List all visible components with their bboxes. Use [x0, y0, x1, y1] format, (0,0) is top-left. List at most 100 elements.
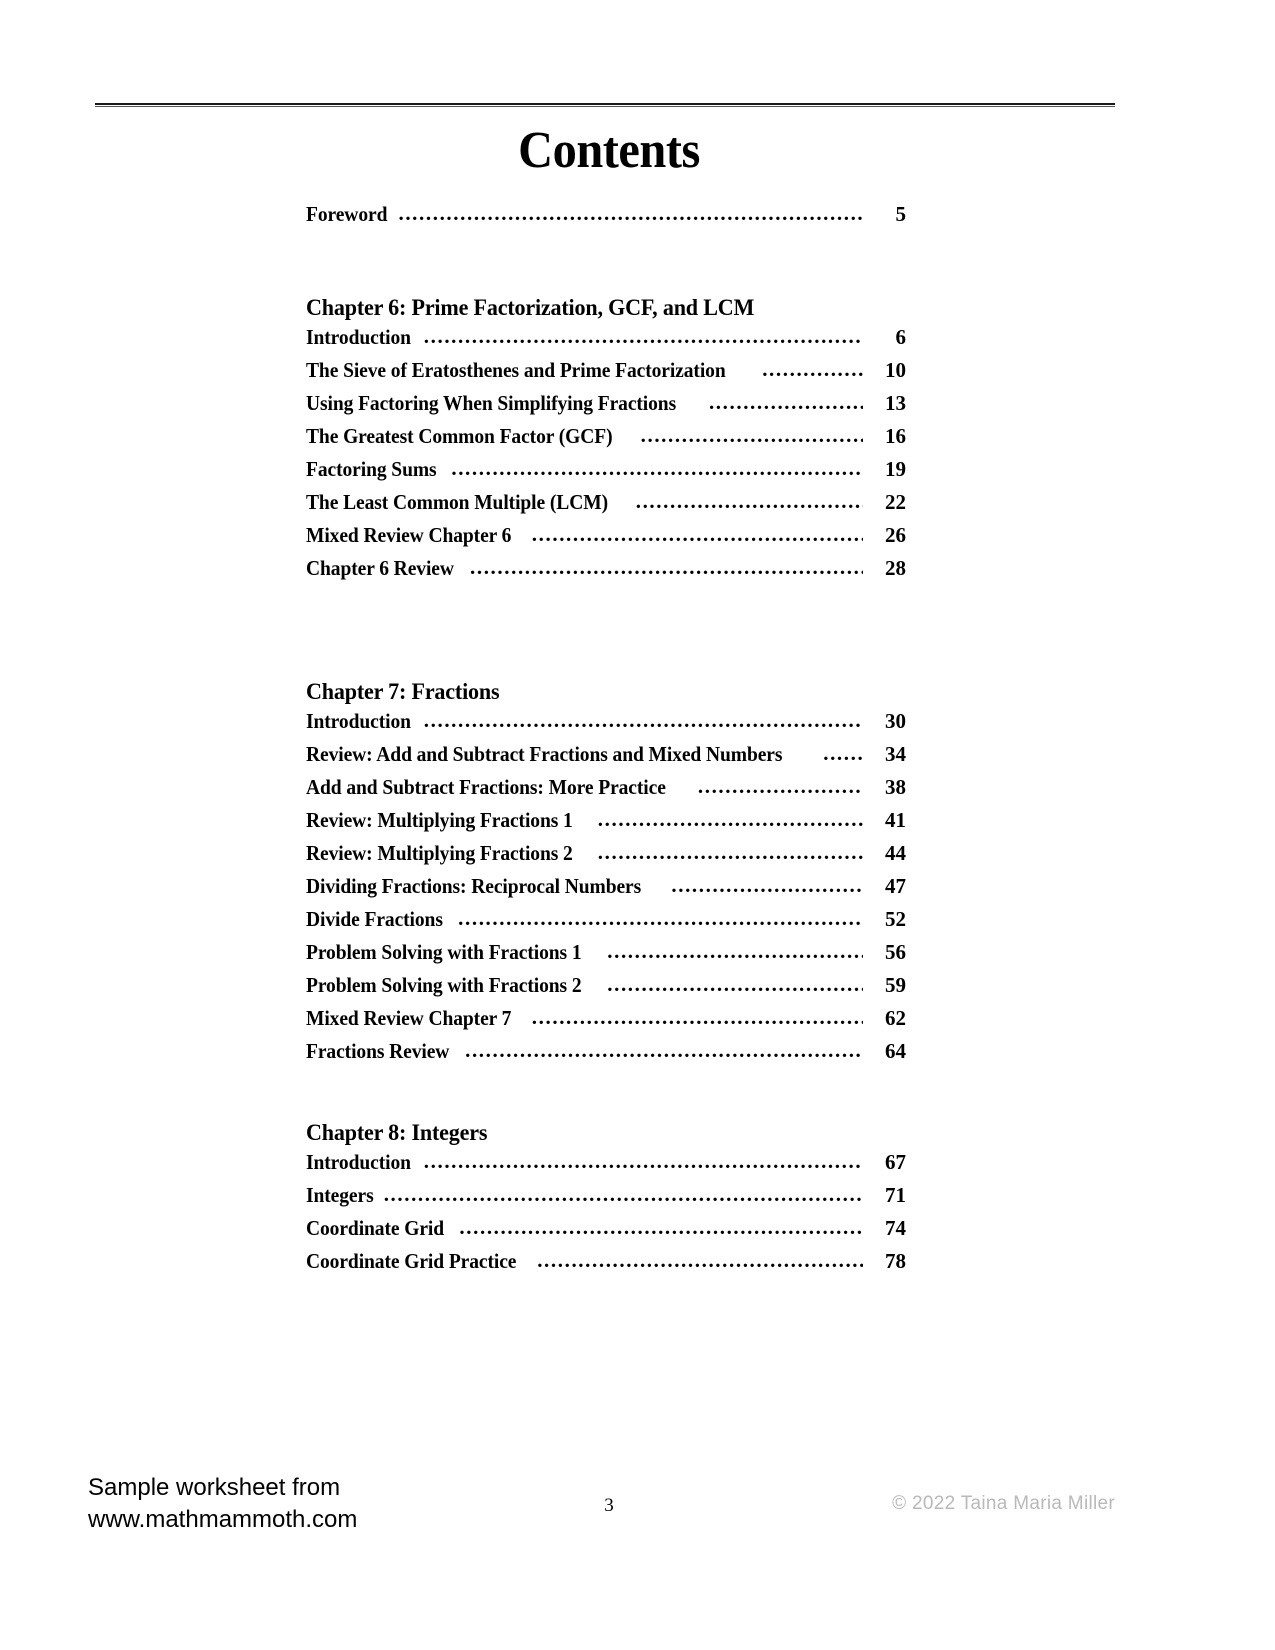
toc-entry-title: Coordinate Grid Practice — [306, 1249, 517, 1273]
toc-entry-page: 26 — [885, 523, 906, 547]
dot-leader: ........................................… — [607, 941, 863, 962]
dot-leader: ........................................… — [531, 1007, 863, 1028]
copyright-notice: © 2022 Taina Maria Miller — [892, 1493, 1115, 1514]
dot-leader: ........................................… — [458, 908, 863, 929]
dot-leader: ........................................… — [531, 524, 863, 545]
toc-entry[interactable]: Foreword ...............................… — [306, 202, 907, 237]
toc-entry-page: 52 — [885, 907, 906, 931]
toc-entry-page: 67 — [885, 1150, 906, 1174]
dot-leader: ........................................… — [451, 458, 863, 479]
dot-leader: ........................................… — [423, 326, 863, 347]
toc-entry-page: 62 — [885, 1006, 906, 1030]
toc-entry-page: 56 — [885, 940, 906, 964]
toc-entry[interactable]: Factoring Sums .........................… — [306, 457, 906, 492]
dot-leader: ........................................… — [607, 974, 863, 995]
toc-entry[interactable]: Divide Fractions .......................… — [306, 907, 906, 942]
toc-entry[interactable]: Introduction ...........................… — [306, 325, 907, 360]
dot-leader: ........................................… — [671, 875, 863, 896]
dot-leader: ........................................… — [697, 776, 863, 797]
toc-entry-title: Introduction — [306, 1150, 411, 1174]
toc-entry-title: Factoring Sums — [306, 457, 437, 481]
toc-entry-title: Introduction — [306, 325, 411, 349]
toc-entry-page: 10 — [885, 358, 906, 382]
toc-entry-title: Dividing Fractions: Reciprocal Numbers — [306, 874, 642, 898]
toc-entry[interactable]: Add and Subtract Fractions: More Practic… — [306, 775, 906, 810]
toc-entry-title: Coordinate Grid — [306, 1216, 445, 1240]
toc-entry[interactable]: Dividing Fractions: Reciprocal Numbers .… — [306, 874, 906, 909]
toc-entry-title: Foreword — [306, 202, 388, 226]
toc-entry[interactable]: Problem Solving with Fractions 2 .......… — [306, 973, 906, 1008]
dot-leader: ........................................… — [465, 1040, 863, 1061]
toc-entry[interactable]: Introduction ...........................… — [306, 709, 906, 744]
dot-leader: ........................................… — [537, 1250, 863, 1271]
toc-entry[interactable]: Review: Multiplying Fractions 1 ........… — [306, 808, 906, 843]
toc-entry-page: 6 — [895, 325, 907, 349]
dot-leader: ........................................… — [823, 743, 863, 764]
toc-entry[interactable]: Review: Add and Subtract Fractions and M… — [306, 742, 906, 777]
toc-entry-title: The Sieve of Eratosthenes and Prime Fact… — [306, 358, 726, 382]
toc-entry-page: 22 — [885, 490, 906, 514]
toc-entry-page: 41 — [885, 808, 906, 832]
dot-leader: ........................................… — [762, 359, 863, 380]
table-of-contents: Foreword ...............................… — [306, 202, 907, 1284]
toc-entry[interactable]: Mixed Review Chapter 7 .................… — [306, 1006, 906, 1041]
toc-entry-page: 16 — [885, 424, 906, 448]
toc-entry[interactable]: Introduction ...........................… — [306, 1150, 906, 1185]
toc-entry-title: Problem Solving with Fractions 2 — [306, 973, 582, 997]
toc-entry[interactable]: Problem Solving with Fractions 1 .......… — [306, 940, 906, 975]
toc-entry-title: Using Factoring When Simplifying Fractio… — [306, 391, 677, 415]
toc-entry[interactable]: Using Factoring When Simplifying Fractio… — [306, 391, 906, 426]
dot-leader: ........................................… — [459, 1217, 863, 1238]
toc-entry[interactable]: Coordinate Grid Practice ...............… — [306, 1249, 906, 1284]
dot-leader: ........................................… — [597, 842, 863, 863]
toc-entry[interactable]: The Least Common Multiple (LCM) ........… — [306, 490, 906, 525]
dot-leader: ........................................… — [423, 710, 863, 731]
header-rule — [95, 103, 1115, 107]
toc-entry-title: Mixed Review Chapter 6 — [306, 523, 512, 547]
toc-entry[interactable]: Mixed Review Chapter 6 .................… — [306, 523, 906, 558]
dot-leader: ........................................… — [398, 203, 863, 224]
toc-entry-page: 30 — [885, 709, 906, 733]
toc-entry-page: 5 — [895, 202, 907, 226]
chapter-heading-6: Chapter 6: Prime Factorization, GCF, and… — [306, 295, 755, 321]
toc-entry-title: Review: Add and Subtract Fractions and M… — [306, 742, 783, 766]
toc-entry-page: 59 — [885, 973, 906, 997]
toc-entry[interactable]: Coordinate Grid ........................… — [306, 1216, 906, 1251]
toc-entry[interactable]: The Sieve of Eratosthenes and Prime Fact… — [306, 358, 906, 393]
chapter-heading-7: Chapter 7: Fractions — [306, 679, 500, 705]
toc-entry-page: 34 — [885, 742, 906, 766]
toc-entry-title: Problem Solving with Fractions 1 — [306, 940, 582, 964]
dot-leader: ........................................… — [423, 1151, 863, 1172]
dot-leader: ........................................… — [708, 392, 863, 413]
dot-leader: ........................................… — [470, 557, 863, 578]
toc-entry-title: Integers — [306, 1183, 374, 1207]
toc-entry[interactable]: Chapter 6 Review .......................… — [306, 556, 906, 591]
toc-entry[interactable]: The Greatest Common Factor (GCF) .......… — [306, 424, 906, 459]
toc-entry-page: 38 — [885, 775, 906, 799]
toc-entry-title: The Greatest Common Factor (GCF) — [306, 424, 613, 448]
toc-entry-title: Add and Subtract Fractions: More Practic… — [306, 775, 666, 799]
toc-entry-title: Introduction — [306, 709, 411, 733]
toc-entry-page: 44 — [885, 841, 906, 865]
chapter-heading-8: Chapter 8: Integers — [306, 1120, 488, 1146]
toc-entry-title: Fractions Review — [306, 1039, 450, 1063]
toc-entry-page: 28 — [885, 556, 906, 580]
toc-entry[interactable]: Review: Multiplying Fractions 2 ........… — [306, 841, 906, 876]
toc-entry-page: 13 — [885, 391, 906, 415]
toc-entry-page: 74 — [885, 1216, 906, 1240]
toc-entry-title: The Least Common Multiple (LCM) — [306, 490, 608, 514]
toc-entry-page: 19 — [885, 457, 906, 481]
dot-leader: ........................................… — [635, 491, 863, 512]
toc-entry-title: Review: Multiplying Fractions 2 — [306, 841, 573, 865]
toc-entry-title: Review: Multiplying Fractions 1 — [306, 808, 573, 832]
toc-entry[interactable]: Fractions Review .......................… — [306, 1039, 906, 1074]
page-title: Contents — [518, 122, 700, 179]
toc-entry-page: 47 — [885, 874, 906, 898]
toc-entry-title: Mixed Review Chapter 7 — [306, 1006, 512, 1030]
toc-entry[interactable]: Integers ...............................… — [306, 1183, 906, 1218]
toc-entry-page: 64 — [885, 1039, 906, 1063]
